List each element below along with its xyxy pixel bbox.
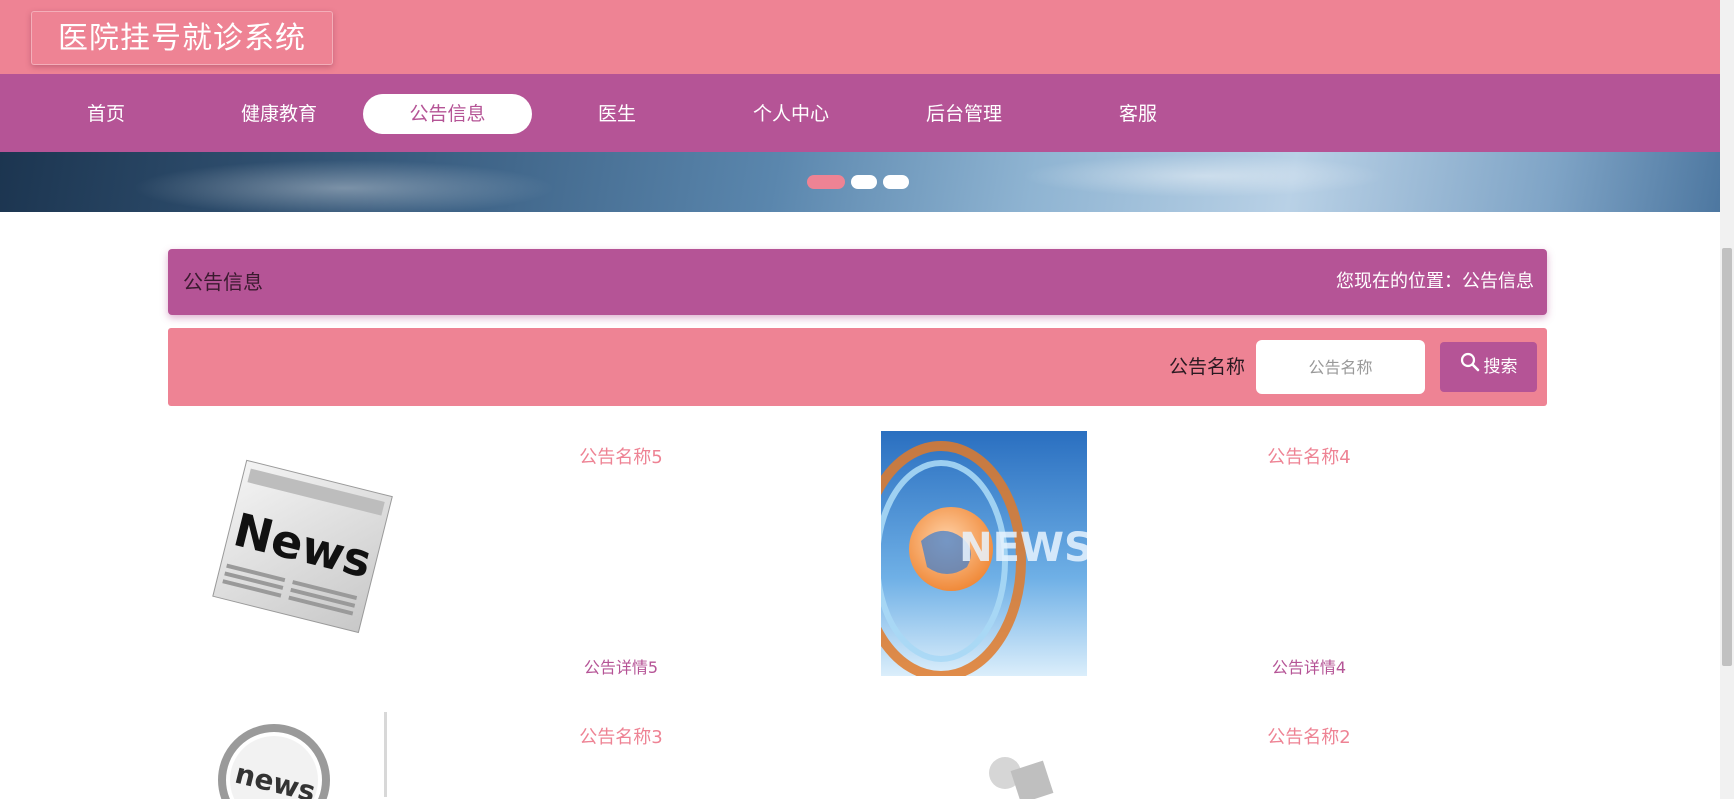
nav-item-health-education[interactable]: 健康教育: [228, 94, 330, 134]
notice-image-magnifier[interactable]: news: [196, 710, 406, 799]
search-icon: [1460, 342, 1480, 392]
page: 医院挂号就诊系统 首页 健康教育 公告信息 医生 个人中心 后台管理 客服 公告…: [0, 0, 1734, 799]
nav-item-doctors[interactable]: 医生: [566, 94, 668, 134]
notice-title-5[interactable]: 公告名称5: [521, 443, 721, 469]
search-bar: 公告名称 搜索: [168, 328, 1547, 406]
nav-item-admin[interactable]: 后台管理: [913, 94, 1015, 134]
section-header: 公告信息 您现在的位置：公告信息: [168, 249, 1547, 315]
nav-item-personal-center[interactable]: 个人中心: [740, 94, 842, 134]
breadcrumb: 您现在的位置：公告信息: [1336, 271, 1534, 292]
scrollbar-thumb[interactable]: [1722, 248, 1732, 666]
carousel-dot-1[interactable]: [807, 175, 845, 189]
site-title[interactable]: 医院挂号就诊系统: [31, 11, 333, 65]
notice-title-3[interactable]: 公告名称3: [521, 723, 721, 749]
search-label: 公告名称: [1168, 356, 1245, 378]
search-button-label: 搜索: [1483, 357, 1518, 377]
search-button[interactable]: 搜索: [1440, 342, 1537, 392]
section-title: 公告信息: [183, 270, 263, 294]
nav-item-notices[interactable]: 公告信息: [363, 94, 532, 134]
notice-title-2[interactable]: 公告名称2: [1209, 723, 1409, 749]
notice-title-4[interactable]: 公告名称4: [1209, 443, 1409, 469]
notice-image-globe[interactable]: NEWS: [881, 431, 1087, 676]
page-scrollbar[interactable]: [1720, 0, 1734, 799]
globe-news-text: NEWS: [959, 525, 1087, 571]
notice-image-newspaper[interactable]: News: [196, 430, 396, 674]
nav-item-home[interactable]: 首页: [55, 94, 157, 134]
notice-detail-5: 公告详情5: [583, 658, 659, 677]
carousel-dot-2[interactable]: [851, 175, 877, 189]
notice-image-figure[interactable]: [975, 745, 1055, 799]
search-input[interactable]: [1256, 340, 1425, 394]
main-nav: 首页 健康教育 公告信息 医生 个人中心 后台管理 客服: [0, 74, 1720, 152]
carousel-dot-3[interactable]: [883, 175, 909, 189]
banner-carousel: [0, 152, 1720, 212]
nav-item-customer-service[interactable]: 客服: [1087, 94, 1189, 134]
notice-detail-4: 公告详情4: [1271, 658, 1347, 677]
top-header: 医院挂号就诊系统: [0, 0, 1720, 74]
